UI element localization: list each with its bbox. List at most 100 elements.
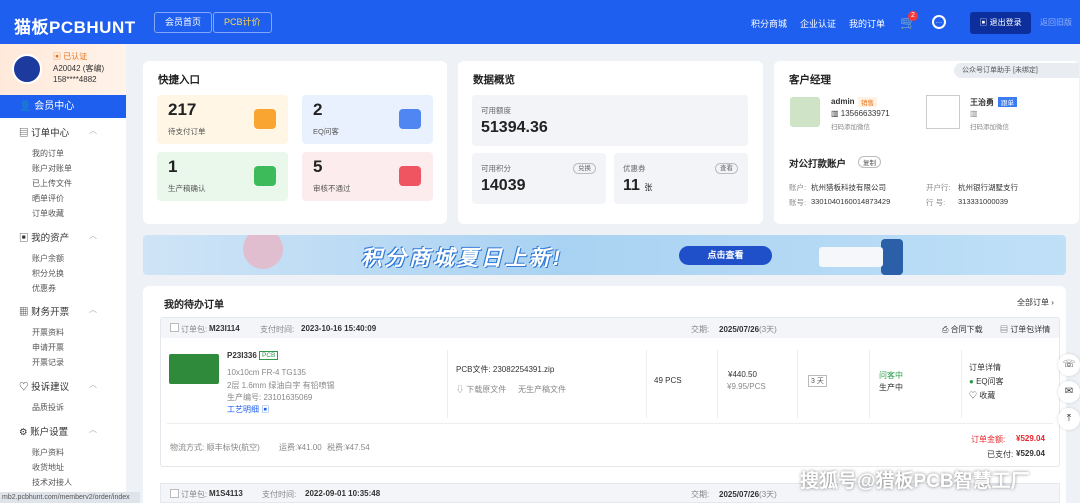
eq-inquiry-link[interactable]: ● EQ问客 <box>969 376 1004 387</box>
paid-label: 已支付: <box>987 450 1014 459</box>
sidebar-group-complaints[interactable]: ♡ 投诉建议 ︿ <box>19 379 97 393</box>
avatar[interactable] <box>12 54 42 84</box>
craft-detail-link[interactable]: 工艺明细 ▣ <box>227 404 269 415</box>
wechat-bind-tag[interactable]: 公众号订单助手 [未绑定] <box>954 63 1079 78</box>
sidebar-item-uploaded[interactable]: 已上传文件 <box>32 178 72 189</box>
contract-download-button[interactable]: ⎙ 合同下载 <box>942 324 983 335</box>
exchange-button[interactable]: 兑换 <box>573 163 596 174</box>
data-overview-card: 数据概览 可用额度 51394.36 可用积分 14039 兑换 优惠券 11 … <box>458 61 763 224</box>
back-to-top-icon[interactable]: ⤒ <box>1058 408 1080 430</box>
user-name: A20042 (客编) <box>53 64 105 73</box>
sidebar-item-coupons[interactable]: 优惠券 <box>32 283 56 294</box>
delivery-days: (3天) <box>759 325 777 334</box>
watermark: 搜狐号@猎板PCB智慧工厂 <box>800 471 1030 492</box>
nav-enterprise-cert[interactable]: 企业认证 <box>800 17 836 30</box>
credit-label: 可用额度 <box>481 106 511 115</box>
sidebar-item-apply-invoice[interactable]: 申请开票 <box>32 342 64 353</box>
price: ¥440.50 <box>728 370 757 379</box>
item-id[interactable]: P23I336 <box>227 351 257 360</box>
sidebar-group-settings[interactable]: ⚙ 账户设置 ︿ <box>19 424 97 438</box>
view-coupons-button[interactable]: 查看 <box>715 163 738 174</box>
no-production-file: 无生产稿文件 <box>518 385 566 394</box>
nav-my-orders[interactable]: 我的订单 <box>849 17 885 30</box>
bank-label: 开户行: <box>926 183 951 192</box>
coupon-label: 优惠券 <box>623 164 646 173</box>
divider <box>961 350 962 418</box>
favorite-link[interactable]: ♡ 收藏 <box>969 390 995 401</box>
sidebar-item-statement[interactable]: 账户对账单 <box>32 163 72 174</box>
corporate-account-title: 对公打款账户 <box>789 159 847 170</box>
coupon-value: 11 张 <box>623 177 652 195</box>
eq-label: EQ问客 <box>976 377 1004 386</box>
order-checkbox[interactable] <box>170 323 179 332</box>
sidebar-item-quality-complaint[interactable]: 品质投诉 <box>32 402 64 413</box>
banner-button[interactable]: 点击查看 <box>679 246 772 265</box>
account-name-label: 账户: <box>789 183 807 192</box>
decor-bubble <box>243 235 283 269</box>
follower-wechat-hint: 扫码添加微信 <box>970 124 1009 131</box>
delivery-date: 2025/07/26 <box>719 490 760 499</box>
sidebar-group-invoice[interactable]: ▦ 财务开票 ︿ <box>19 304 97 318</box>
sidebar-item-my-orders[interactable]: 我的订单 <box>32 148 64 159</box>
package-id: M1S4113 <box>209 489 243 498</box>
sidebar-item-points[interactable]: 积分兑换 <box>32 268 64 279</box>
quick-eq-inquiry[interactable]: 2 EQ问客 <box>302 95 433 144</box>
message-icon[interactable]: ✉ <box>1058 381 1080 403</box>
all-orders-link[interactable]: 全部订单 › <box>1017 297 1054 308</box>
brand-logo[interactable]: 猫板PCBHUNT <box>14 13 136 38</box>
copy-button[interactable]: 复制 <box>858 156 881 168</box>
sidebar-item-balance[interactable]: 账户余额 <box>32 253 64 264</box>
order-detail-link[interactable]: 订单详情 <box>969 362 1001 373</box>
shipping-method: 物流方式: 顺丰标快(航空) <box>170 443 260 452</box>
order-package-header: 订单包: M23I114 支付时间: 2023-10-16 15:40:09 交… <box>161 318 1059 338</box>
account-no-label: 账号: <box>789 198 807 207</box>
quick-review-failed[interactable]: 5 审核不通过 <box>302 152 433 201</box>
nav-points-mall[interactable]: 积分商城 <box>751 17 787 30</box>
sidebar-item-favorites[interactable]: 订单收藏 <box>32 208 64 219</box>
qr-code-image <box>790 97 820 127</box>
verified-badge: ▣ 已认证 <box>53 52 88 61</box>
sidebar-item-member-center[interactable]: 👤 会员中心 <box>0 95 126 118</box>
coupon-count: 11 <box>623 177 640 194</box>
chevron-up-icon: ︿ <box>89 425 97 434</box>
old-version-link[interactable]: 返回旧版 <box>1040 17 1072 28</box>
quantity: 49 PCS <box>654 376 682 385</box>
sidebar-item-address[interactable]: 收货地址 <box>32 462 64 473</box>
logout-button[interactable]: ▣ 退出登录 <box>970 12 1031 34</box>
headset-icon[interactable]: ☏ <box>1058 354 1080 376</box>
package-detail-button[interactable]: ▤ 订单包详情 <box>1000 324 1050 335</box>
sidebar-item-account-info[interactable]: 账户资料 <box>32 447 64 458</box>
member-center-label: 会员中心 <box>34 101 75 112</box>
cart-icon[interactable]: 🛒 2 <box>900 11 918 31</box>
quick-label: EQ问客 <box>313 127 339 136</box>
follower-name: 王治勇 <box>970 98 994 107</box>
item-spec: 10x10cm FR-4 TG135 <box>227 368 306 377</box>
sidebar-item-invoice-records[interactable]: 开票记录 <box>32 357 64 368</box>
production-number: 生产编号: 23101635069 <box>227 393 313 402</box>
credit-box: 可用额度 51394.36 <box>472 95 748 146</box>
order-checkbox[interactable] <box>170 489 179 498</box>
sidebar-item-invoice-info[interactable]: 开票资料 <box>32 327 64 338</box>
download-file-link[interactable]: ⇩ 下载原文件 <box>456 384 506 395</box>
sidebar-item-tech-contact[interactable]: 技术对接人 <box>32 477 72 488</box>
document-check-icon <box>254 166 276 186</box>
delivery-value: 2025/07/26(3天) <box>719 324 777 335</box>
sidebar-group-orders[interactable]: ▤ 订单中心 ︿ <box>19 125 97 139</box>
chat-bubble-icon: ● <box>969 377 974 386</box>
sidebar-item-reviews[interactable]: 晒单评价 <box>32 193 64 204</box>
order-package: 订单包: M23I114 支付时间: 2023-10-16 15:40:09 交… <box>160 317 1060 467</box>
chat-icon[interactable]: … <box>932 15 946 29</box>
quick-count: 5 <box>313 157 323 176</box>
points-box: 可用积分 14039 兑换 <box>472 153 606 204</box>
quick-production-confirm[interactable]: 1 生产稿确认 <box>157 152 288 201</box>
group-label: 订单中心 <box>31 128 70 139</box>
group-label: 我的资产 <box>31 233 70 244</box>
tax: 税费:¥47.54 <box>327 443 370 452</box>
promo-banner[interactable]: 积分商城夏日上新! 点击查看 <box>143 235 1066 275</box>
paid-amount: ¥529.04 <box>1016 449 1045 458</box>
sidebar-group-assets[interactable]: ▣ 我的资产 ︿ <box>19 230 97 244</box>
nav-member-home-button[interactable]: 会员首页 <box>154 12 213 33</box>
quick-entry-title: 快捷入口 <box>158 74 200 86</box>
nav-pcb-quote-button[interactable]: PCB计价 <box>213 12 272 33</box>
quick-unpaid-orders[interactable]: 217 待支付订单 <box>157 95 288 144</box>
